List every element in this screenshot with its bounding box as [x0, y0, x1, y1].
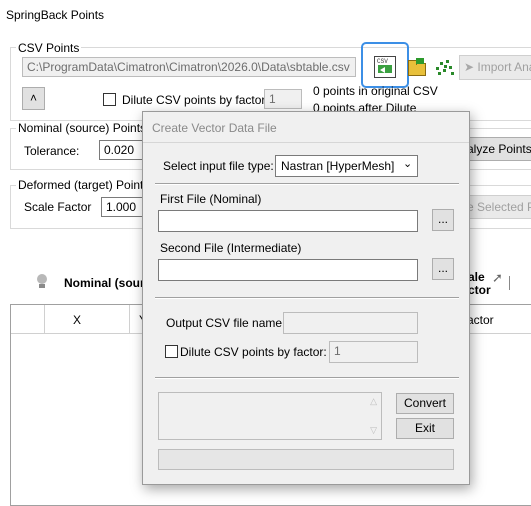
- progress-bar: [158, 449, 454, 470]
- scroll-up-icon[interactable]: △: [370, 396, 377, 407]
- first-file-browse-button[interactable]: ...: [432, 209, 454, 231]
- input-type-select[interactable]: Nastran [HyperMesh] ⌄: [275, 155, 418, 177]
- exit-button[interactable]: Exit: [396, 418, 454, 439]
- output-csv-field[interactable]: [283, 312, 418, 334]
- dialog-dilute-factor-field[interactable]: 1: [329, 341, 418, 363]
- second-file-label: Second File (Intermediate): [160, 241, 302, 255]
- collapse-button[interactable]: ˄: [22, 87, 45, 110]
- scale-factor-header-2: ctor: [468, 283, 491, 297]
- scale-factor-label: Scale Factor: [24, 200, 92, 214]
- create-vector-file-button[interactable]: CSV: [361, 42, 409, 88]
- header-divider: [509, 276, 510, 290]
- points-cloud-icon[interactable]: [434, 57, 456, 77]
- convert-button[interactable]: Convert: [396, 393, 454, 414]
- input-type-label: Select input file type:: [163, 159, 274, 173]
- window-title: SpringBack Points: [6, 8, 105, 22]
- separator-1: [155, 183, 459, 185]
- log-textarea[interactable]: △ ▽: [158, 392, 382, 440]
- lightbulb-icon[interactable]: [36, 274, 48, 290]
- dialog-title: Create Vector Data File: [152, 121, 277, 135]
- dialog-dilute-checkbox[interactable]: [165, 345, 178, 358]
- dilute-csv-checkbox[interactable]: [103, 93, 116, 106]
- double-chevron-up-icon: ˄: [29, 91, 37, 105]
- dilute-csv-factor-field[interactable]: 1: [264, 89, 302, 109]
- create-vector-data-dialog: Create Vector Data File Select input fil…: [142, 111, 470, 485]
- deformed-group-label: Deformed (target) Points: [16, 178, 152, 192]
- second-file-browse-button[interactable]: ...: [432, 258, 454, 280]
- points-in-original-text: 0 points in original CSV: [313, 84, 438, 98]
- import-arrow-icon: ➤: [464, 60, 475, 74]
- tolerance-label: Tolerance:: [24, 144, 80, 158]
- pin-icon[interactable]: ➚: [492, 270, 503, 286]
- separator-2: [155, 297, 459, 299]
- first-file-input[interactable]: [158, 210, 418, 232]
- first-file-label: First File (Nominal): [160, 192, 262, 206]
- column-factor-header: actor: [467, 313, 494, 327]
- separator-3: [155, 377, 459, 379]
- csv-points-group-label: CSV Points: [16, 41, 82, 55]
- csv-path-field[interactable]: C:\ProgramData\Cimatron\Cimatron\2026.0\…: [22, 57, 356, 77]
- chevron-down-icon: ⌄: [403, 158, 413, 170]
- nominal-group-label: Nominal (source) Points: [16, 121, 149, 135]
- import-analysis-button[interactable]: ➤ Import Ana: [459, 55, 531, 80]
- scroll-down-icon[interactable]: ▽: [370, 425, 377, 436]
- dilute-csv-label: Dilute CSV points by factor:: [122, 93, 269, 107]
- scale-factor-header-1: ale: [468, 270, 485, 284]
- nominal-table-header: Nominal (sour: [64, 276, 145, 290]
- dialog-dilute-label: Dilute CSV points by factor:: [180, 345, 327, 359]
- second-file-input[interactable]: [158, 259, 418, 281]
- output-csv-label: Output CSV file name:: [166, 316, 286, 330]
- column-x-header: X: [73, 313, 82, 327]
- open-folder-icon[interactable]: [406, 57, 428, 77]
- csv-file-icon: CSV: [374, 56, 396, 78]
